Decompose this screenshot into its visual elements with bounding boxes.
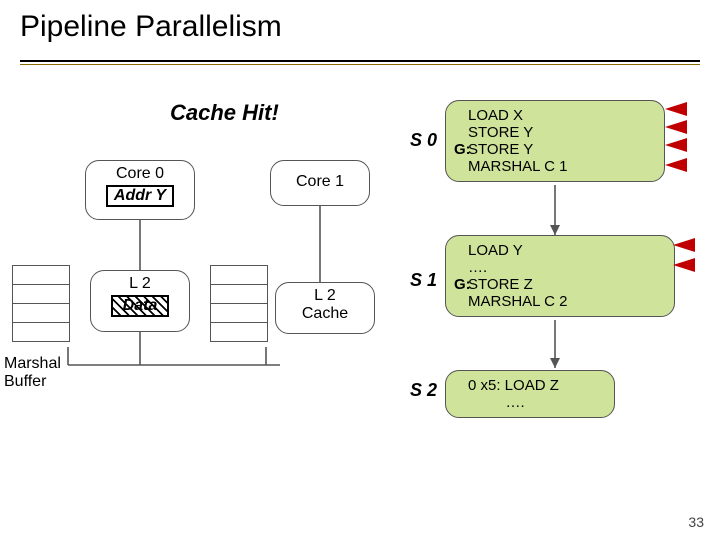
stage-s2-label: S 2 [410, 380, 437, 401]
marshal-buffer-table-1 [210, 265, 268, 342]
core-0-box: Core 0 Addr Y [85, 160, 195, 220]
stage-1-g: G: [454, 276, 471, 293]
stage-0-line-1: LOAD X [468, 107, 654, 124]
stage-1-line-3: G:STORE Z [468, 276, 664, 293]
stage-0-line-2: STORE Y [468, 124, 654, 141]
stage-s1-label: S 1 [410, 270, 437, 291]
core-1-box: Core 1 [270, 160, 370, 206]
arrow-icon [665, 102, 687, 116]
title-rule-1 [20, 60, 700, 62]
l2-cache-0-data: Data [111, 295, 170, 317]
title-rule-2 [20, 64, 700, 65]
arrow-icon [665, 138, 687, 152]
marshal-buffer-table-0 [12, 265, 70, 342]
cache-hit-label: Cache Hit! [170, 100, 279, 126]
stage-0-line-4: MARSHAL C 1 [468, 158, 654, 175]
l2-cache-0-box: L 2 Data [90, 270, 190, 332]
stage-0-g: G: [454, 141, 471, 158]
stage-2-line-2: …. [468, 394, 604, 411]
arrow-icon [665, 120, 687, 134]
marshal-buffer-label: Marshal Buffer [4, 355, 61, 391]
slide-title: Pipeline Parallelism [20, 10, 282, 44]
core-0-label: Core 0 [86, 165, 194, 183]
l2-cache-1-line1: L 2 [276, 287, 374, 305]
stage-0-box: LOAD X STORE Y G:STORE Y MARSHAL C 1 [445, 100, 665, 182]
stage-1-line-1: LOAD Y [468, 242, 664, 259]
stage-0-line-3: G:STORE Y [468, 141, 654, 158]
stage-2-line-1: 0 x5: LOAD Z [468, 377, 604, 394]
arrow-icon [673, 258, 695, 272]
stage-1-line-4: MARSHAL C 2 [468, 293, 664, 310]
stage-2-box: 0 x5: LOAD Z …. [445, 370, 615, 418]
core-0-addr: Addr Y [106, 185, 174, 207]
l2-cache-1-box: L 2 Cache [275, 282, 375, 334]
stage-1-line-2: …. [468, 259, 664, 276]
l2-cache-1-line2: Cache [276, 305, 374, 323]
page-number: 33 [688, 514, 704, 530]
arrow-icon [665, 158, 687, 172]
stage-1-box: LOAD Y …. G:STORE Z MARSHAL C 2 [445, 235, 675, 317]
stage-s0-label: S 0 [410, 130, 437, 151]
arrow-icon [673, 238, 695, 252]
l2-cache-0-label: L 2 [91, 275, 189, 293]
